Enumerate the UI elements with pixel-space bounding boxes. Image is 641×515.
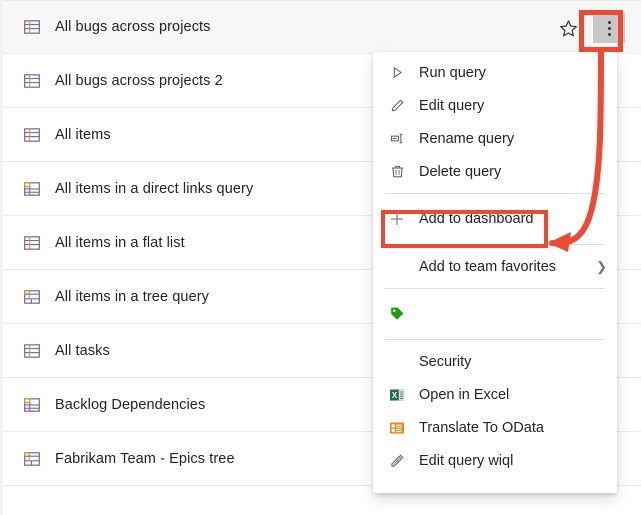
rename-icon [389,131,405,147]
chevron-right-icon: ❯ [596,259,607,274]
query-row-label: All bugs across projects [55,19,211,35]
menu-item[interactable]: Add to dashboard [373,199,617,239]
trash-icon [389,164,405,180]
query-row-label: All items in a flat list [55,234,185,251]
menu-separator [385,288,605,289]
query-row-label: All items in a direct links query [55,180,254,197]
menu-item-label: Open in Excel [419,386,510,403]
query-row-label: All bugs across projects 2 [55,72,223,89]
query-context-menu[interactable]: Run query Edit query Rename query Delete qu… [373,52,617,493]
query-row[interactable]: All bugs across projects [3,0,641,54]
menu-item-label: Rename query [419,130,515,147]
pencil-icon [389,98,405,114]
direct-links-query-icon [23,180,41,198]
menu-item[interactable]: Run query [373,56,617,89]
menu-separator [385,339,605,340]
menu-item[interactable]: Delete query [373,155,617,188]
flat-list-query-icon [23,342,41,360]
star-outline-icon[interactable] [555,15,581,41]
menu-item[interactable] [373,294,617,334]
row-actions [555,1,625,55]
play-icon [389,65,405,81]
menu-item[interactable]: Add to team favorites ❯ [373,250,617,283]
query-row-label: All items [55,126,111,143]
flat-list-query-icon [23,18,41,36]
menu-item[interactable]: a Edit query wiql [373,444,617,477]
flat-list-query-icon [23,126,41,144]
menu-item[interactable]: Rename query [373,122,617,155]
menu-separator [385,193,605,194]
tree-query-icon [23,450,41,468]
excel-icon: X [389,387,405,403]
tag-icon [389,306,405,322]
flat-list-query-icon [23,234,41,252]
svg-text:X: X [392,391,398,400]
query-row-label: Fabrikam Team - Epics tree [55,450,235,467]
menu-item[interactable]: Security [373,345,617,378]
menu-item-label: Add to dashboard [419,211,534,227]
menu-item[interactable]: X Open in Excel [373,378,617,411]
menu-item[interactable]: Edit query [373,89,617,122]
direct-links-query-icon [23,396,41,414]
flat-list-query-icon [23,72,41,90]
menu-item[interactable]: Translate To OData [373,411,617,444]
edit-wiql-icon: a [389,453,405,469]
query-row-label: All tasks [55,342,110,359]
menu-item-label: Add to team favorites [419,258,557,275]
query-row-label: All items in a tree query [55,288,210,305]
menu-item-label: Delete query [419,163,502,180]
odata-icon [389,420,405,436]
more-vertical-icon[interactable] [593,13,625,43]
menu-separator [385,244,605,245]
menu-item-label: Edit query [419,97,485,114]
menu-item-label: Edit query wiql [419,452,514,469]
query-row-label: Backlog Dependencies [55,396,206,413]
menu-icon-placeholder [389,259,405,275]
plus-icon [389,211,405,227]
menu-item-label: Run query [419,64,486,81]
svg-text:a: a [395,459,398,465]
menu-icon-placeholder [389,354,405,370]
tree-query-icon [23,288,41,306]
menu-item-label: Security [419,353,472,370]
menu-item-label: Translate To OData [419,419,544,436]
